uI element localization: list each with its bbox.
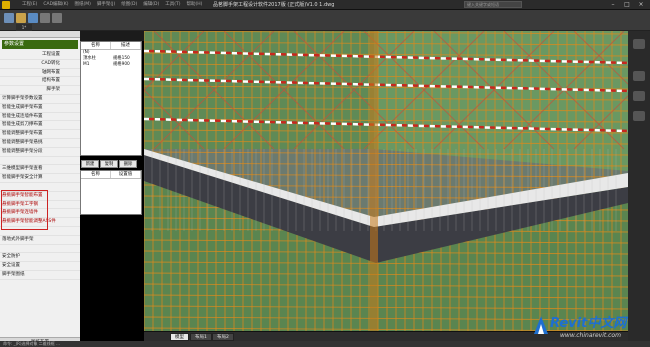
scaffold-3d-model[interactable] <box>144 31 628 331</box>
command-item[interactable] <box>0 245 80 254</box>
window-controls: – □ × <box>606 0 648 9</box>
list-buttons: 新建 复制 删除 <box>81 160 137 168</box>
command-item[interactable]: 智能调整脚手架分段 <box>0 148 80 157</box>
revit-logo-icon <box>534 316 548 334</box>
undo-icon[interactable] <box>40 13 50 23</box>
menu-scaffold[interactable]: 脚手架(J) <box>97 1 115 7</box>
component-list: 名称 描述 (N) 顶水柱 规格150 M1 规格900 <box>80 41 142 156</box>
column-header[interactable]: 名称 <box>81 171 111 178</box>
redo-icon[interactable] <box>52 13 62 23</box>
item-name: M1 <box>83 62 90 67</box>
navigation-bar <box>628 31 650 347</box>
column-header[interactable]: 设置值 <box>111 171 141 178</box>
command-item[interactable]: 三维模型脚手架查看 <box>0 165 80 175</box>
minimize-icon[interactable]: – <box>606 0 620 9</box>
watermark-brand: Revit中文网 <box>550 316 627 331</box>
corner-pole <box>370 31 378 331</box>
title-bar: 工程(E) CAD编辑(K) 图纸(M) 脚手架(J) 绘图(D) 编辑(D) … <box>0 0 650 10</box>
tab-model[interactable]: 模型 <box>170 333 189 341</box>
new-button[interactable]: 新建 <box>81 160 99 168</box>
tab-layout-1[interactable]: 布局1 <box>190 333 212 341</box>
tab-layout-2[interactable]: 布局2 <box>212 333 234 341</box>
panel-header <box>0 31 80 38</box>
command-item[interactable]: CAD转化 <box>0 60 80 69</box>
restore-icon[interactable]: □ <box>620 0 634 9</box>
command-item[interactable]: 计算脚手架参数设置 <box>0 95 80 104</box>
model-viewport[interactable] <box>144 31 628 331</box>
delete-button[interactable]: 删除 <box>119 160 137 168</box>
command-item[interactable]: 智能调整脚手架悬挑 <box>0 139 80 148</box>
command-item[interactable]: 脚手架 <box>0 86 80 95</box>
menu-tools[interactable]: 工具(T) <box>165 1 180 7</box>
viewcube-icon[interactable] <box>633 39 645 49</box>
toolbar <box>0 10 650 31</box>
command-list: 工程设置 CAD转化 轴网布置 结构布置 脚手架 计算脚手架参数设置 智能生成脚手架布置 智能… <box>0 51 80 280</box>
menu-bar: 工程(E) CAD编辑(K) 图纸(M) 脚手架(J) 绘图(D) 编辑(D) … <box>22 1 202 7</box>
facade-upper-right <box>374 31 628 171</box>
zoom-icon[interactable] <box>633 91 645 101</box>
watermark: Revit中文网 www.chinarevit.com <box>528 310 648 347</box>
menu-cad-edit[interactable]: CAD编辑(K) <box>43 1 68 7</box>
save-icon[interactable] <box>28 13 38 23</box>
search-input[interactable]: 键入关键字或短语 <box>464 1 522 8</box>
menu-edit[interactable]: 编辑(D) <box>143 1 159 7</box>
column-header[interactable]: 名称 <box>81 42 111 49</box>
item-desc: 规格900 <box>113 62 130 67</box>
highlight-box <box>1 190 48 230</box>
command-item[interactable]: 智能调整脚手架布置 <box>0 130 80 139</box>
command-item[interactable]: 智能生成脚手架布置 <box>0 104 80 113</box>
left-command-panel: 参数设置 工程设置 CAD转化 轴网布置 结构布置 脚手架 计算脚手架参数设置 智能生成脚手… <box>0 31 80 347</box>
command-item[interactable] <box>0 157 80 166</box>
watermark-url: www.chinarevit.com <box>560 332 621 339</box>
list-header: 名称 描述 <box>81 42 141 50</box>
category-dropdown[interactable]: 参数设置 <box>2 40 78 49</box>
menu-draw[interactable]: 绘图(D) <box>121 1 137 7</box>
open-file-icon[interactable] <box>16 13 26 23</box>
window-title: 品茗脚手架工程设计软件2017版 (正式版)V1.0 1.dwg <box>213 2 335 8</box>
column-header[interactable]: 描述 <box>111 42 141 49</box>
close-icon[interactable]: × <box>634 0 648 9</box>
orbit-icon[interactable] <box>633 111 645 121</box>
menu-drawing[interactable]: 图纸(M) <box>75 1 91 7</box>
command-item[interactable]: 智能生成剪刀撑布置 <box>0 121 80 131</box>
app-logo-icon[interactable] <box>2 1 10 9</box>
property-panel: 名称 描述 (N) 顶水柱 规格150 M1 规格900 新建 复制 删除 名称 设… <box>80 41 144 341</box>
property-grid: 名称 设置值 <box>80 170 142 215</box>
menu-project[interactable]: 工程(E) <box>22 1 37 7</box>
command-item[interactable]: 安全防护 <box>0 253 80 263</box>
command-item[interactable]: 安全设置 <box>0 262 80 271</box>
command-item[interactable]: 工程设置 <box>0 51 80 60</box>
command-item[interactable]: 脚手架图纸 <box>0 271 80 280</box>
menu-help[interactable]: 帮助(H) <box>187 1 203 7</box>
list-item[interactable]: M1 规格900 <box>81 62 141 68</box>
document-tab[interactable]: 1* <box>16 24 32 31</box>
command-item[interactable]: 轴网布置 <box>0 69 80 78</box>
grid-header: 名称 设置值 <box>81 171 141 179</box>
pan-icon[interactable] <box>633 71 645 81</box>
command-item[interactable]: 落地式外脚手架 <box>0 236 80 245</box>
command-item[interactable]: 智能脚手架安全计算 <box>0 174 80 183</box>
copy-button[interactable]: 复制 <box>100 160 118 168</box>
command-item[interactable]: 智能生成连墙件布置 <box>0 113 80 122</box>
new-file-icon[interactable] <box>4 13 14 23</box>
command-item[interactable]: 结构布置 <box>0 77 80 87</box>
